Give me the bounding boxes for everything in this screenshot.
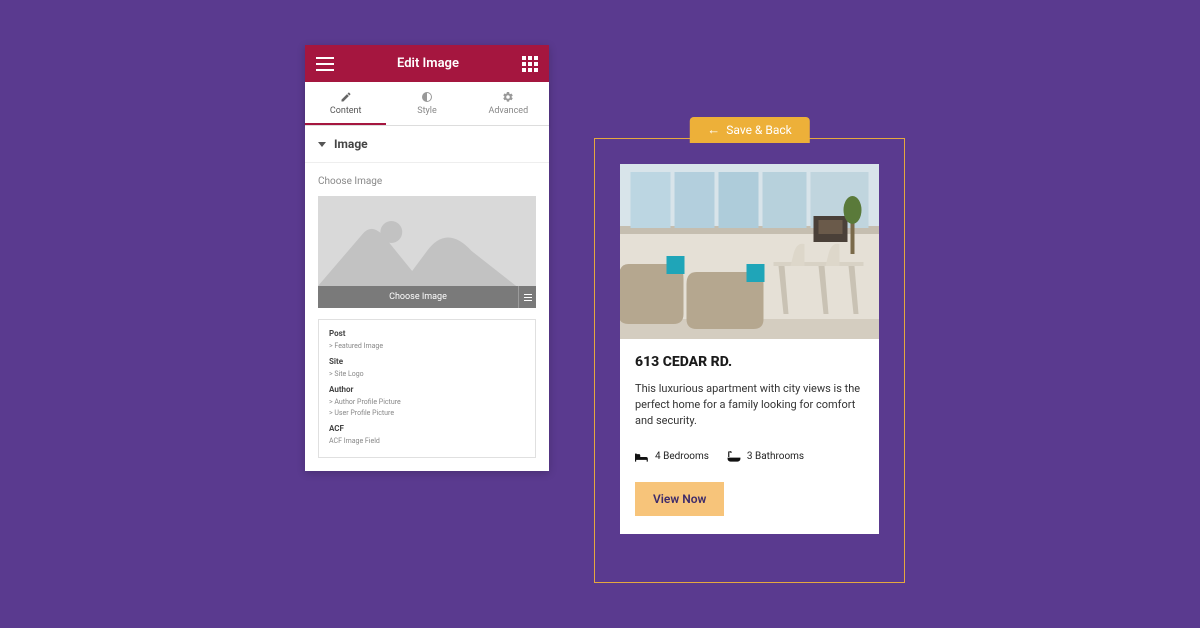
listing-title: 613 CEDAR RD. bbox=[635, 354, 864, 370]
source-item[interactable]: ACF Image Field bbox=[329, 437, 525, 445]
source-group-site: Site bbox=[329, 357, 525, 366]
choose-image-bar: Choose Image bbox=[318, 286, 536, 308]
source-group-author: Author bbox=[329, 385, 525, 394]
choose-image-label: Choose Image bbox=[318, 176, 536, 187]
gear-icon bbox=[502, 91, 514, 103]
listing-image bbox=[620, 164, 879, 339]
listing-content: 613 CEDAR RD. This luxurious apartment w… bbox=[620, 339, 879, 534]
editor-title: Edit Image bbox=[397, 56, 459, 71]
panel-body: Choose Image Choose Image Post > Feature… bbox=[305, 163, 549, 471]
apps-grid-icon[interactable] bbox=[522, 56, 538, 72]
bed-icon bbox=[635, 451, 649, 463]
contrast-icon bbox=[421, 91, 433, 103]
arrow-left-icon: ← bbox=[707, 122, 720, 138]
listing-features: 4 Bedrooms 3 Bathrooms bbox=[635, 451, 864, 463]
tab-label: Content bbox=[330, 106, 362, 116]
bedrooms-label: 4 Bedrooms bbox=[655, 451, 709, 462]
tab-label: Style bbox=[417, 106, 437, 116]
dynamic-tags-button[interactable] bbox=[518, 286, 536, 308]
listing-card: 613 CEDAR RD. This luxurious apartment w… bbox=[620, 164, 879, 534]
bathrooms-label: 3 Bathrooms bbox=[747, 451, 804, 462]
pencil-icon bbox=[340, 91, 352, 103]
listing-description: This luxurious apartment with city views… bbox=[635, 381, 864, 429]
preview-frame: ← Save & Back bbox=[594, 138, 905, 583]
save-back-button[interactable]: ← Save & Back bbox=[689, 117, 809, 143]
source-item[interactable]: > Featured Image bbox=[329, 342, 525, 350]
source-item[interactable]: > Site Logo bbox=[329, 370, 525, 378]
dynamic-sources-box: Post > Featured Image Site > Site Logo A… bbox=[318, 319, 536, 458]
source-item[interactable]: > Author Profile Picture bbox=[329, 398, 525, 406]
bathrooms-feature: 3 Bathrooms bbox=[727, 451, 804, 463]
bath-icon bbox=[727, 451, 741, 463]
accordion-title: Image bbox=[334, 137, 368, 151]
choose-image-button[interactable]: Choose Image bbox=[318, 286, 518, 308]
tab-advanced[interactable]: Advanced bbox=[468, 82, 549, 125]
editor-panel: Edit Image Content Style Advanced Image … bbox=[305, 45, 549, 471]
tab-style[interactable]: Style bbox=[386, 82, 467, 125]
accordion-header[interactable]: Image bbox=[305, 126, 549, 163]
tab-label: Advanced bbox=[488, 106, 528, 116]
caret-down-icon bbox=[318, 142, 326, 147]
source-item[interactable]: > User Profile Picture bbox=[329, 409, 525, 417]
hamburger-icon[interactable] bbox=[316, 57, 334, 71]
view-now-button[interactable]: View Now bbox=[635, 482, 724, 516]
source-group-post: Post bbox=[329, 329, 525, 338]
placeholder-graphic bbox=[318, 196, 536, 286]
source-group-acf: ACF bbox=[329, 424, 525, 433]
tab-content[interactable]: Content bbox=[305, 82, 386, 125]
interior-photo bbox=[620, 164, 879, 339]
bedrooms-feature: 4 Bedrooms bbox=[635, 451, 709, 463]
image-section: Image Choose Image Choose Image Post > F… bbox=[305, 126, 549, 471]
save-back-label: Save & Back bbox=[726, 123, 791, 137]
image-placeholder[interactable] bbox=[318, 196, 536, 286]
editor-header: Edit Image bbox=[305, 45, 549, 82]
editor-tabs: Content Style Advanced bbox=[305, 82, 549, 126]
